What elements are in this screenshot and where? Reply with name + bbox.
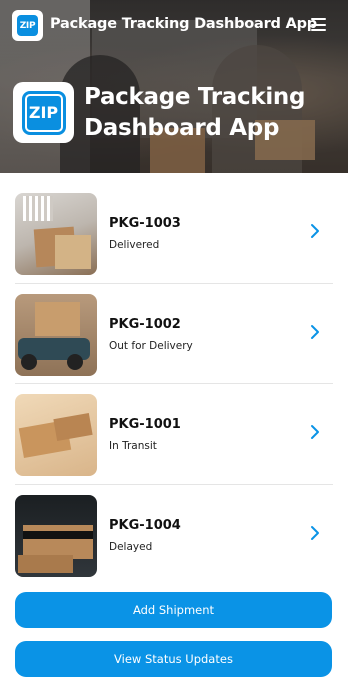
chevron-right-icon[interactable] [309,223,321,239]
page-title: Package Tracking Dashboard App [84,84,306,141]
chevron-right-icon[interactable] [309,324,321,340]
package-row[interactable]: PKG-1003 Delivered [0,183,348,284]
chevron-right-icon[interactable] [309,424,321,440]
hero-banner: ZIP Package Tracking Dashboard App ZIP P… [0,0,348,173]
package-row[interactable]: PKG-1001 In Transit [0,384,348,485]
package-id: PKG-1002 [109,316,181,332]
zip-logo-icon: ZIP [21,90,66,135]
top-app-bar: ZIP Package Tracking Dashboard App [0,0,348,52]
package-thumbnail [15,494,97,577]
hamburger-menu-icon[interactable] [311,18,326,31]
view-status-updates-button[interactable]: View Status Updates [15,641,332,677]
package-status: In Transit [109,440,157,452]
package-status: Out for Delivery [109,339,193,352]
package-id: PKG-1003 [109,216,181,231]
package-status: Delivered [109,239,160,251]
add-shipment-button[interactable]: Add Shipment [15,592,332,628]
app-logo[interactable]: ZIP [12,10,43,41]
package-thumbnail [15,193,97,275]
package-list: PKG-1003 Delivered PKG-1002 Out for Deli… [0,183,348,585]
package-id: PKG-1004 [109,517,181,533]
package-thumbnail [15,394,97,476]
package-row[interactable]: PKG-1004 Delayed [0,485,348,586]
package-row[interactable]: PKG-1002 Out for Delivery [0,284,348,384]
zip-logo-icon: ZIP [17,15,38,36]
hero-logo: ZIP [13,82,74,143]
package-id: PKG-1001 [109,417,181,432]
chevron-right-icon[interactable] [309,525,321,541]
app-name: Package Tracking Dashboard App [50,16,317,32]
package-thumbnail [15,293,97,376]
package-status: Delayed [109,540,153,553]
